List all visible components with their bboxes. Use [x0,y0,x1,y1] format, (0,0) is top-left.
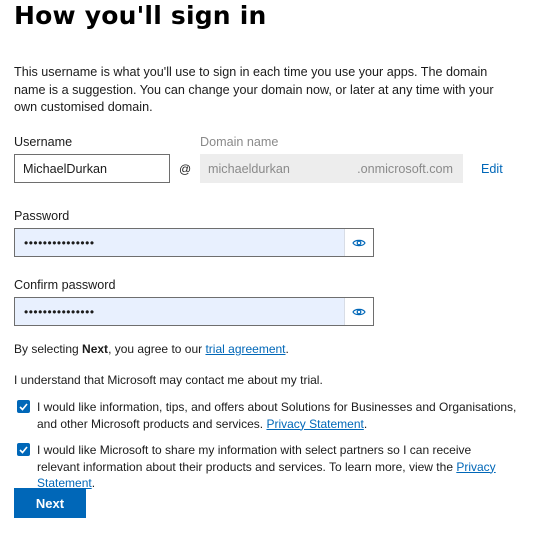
partner-consent-text: I would like Microsoft to share my infor… [37,442,517,492]
partner-consent-row: I would like Microsoft to share my infor… [17,442,517,492]
password-input[interactable]: ••••••••••••••• [14,228,374,257]
confirm-password-value: ••••••••••••••• [24,304,95,319]
page-description: This username is what you'll use to sign… [14,65,494,114]
contact-notice: I understand that Microsoft may contact … [14,373,323,387]
agreement-suffix: . [285,342,289,356]
marketing-consent-row: I would like information, tips, and offe… [17,399,517,432]
at-symbol: @ [179,162,192,176]
agreement-middle: , you agree to our [108,342,206,356]
domain-suffix: .onmicrosoft.com [357,161,453,176]
username-label: Username [14,135,73,149]
next-button[interactable]: Next [14,488,86,518]
marketing-consent-checkbox[interactable] [17,400,30,413]
username-input[interactable]: MichaelDurkan [14,154,170,183]
eye-icon [352,239,366,246]
password-label: Password [14,209,70,223]
confirm-password-label: Confirm password [14,278,116,292]
partner-consent-label: I would like Microsoft to share my infor… [37,443,472,474]
trial-agreement-link[interactable]: trial agreement [205,342,285,356]
domain-input: michaeldurkan .onmicrosoft.com [200,154,463,183]
confirm-password-reveal-button[interactable] [344,298,373,325]
confirm-password-input[interactable]: ••••••••••••••• [14,297,374,326]
password-value: ••••••••••••••• [24,235,95,250]
domain-label: Domain name [200,135,279,149]
marketing-consent-text: I would like information, tips, and offe… [37,399,517,432]
page-title: How you'll sign in [14,1,267,30]
checkmark-icon [19,402,28,411]
agreement-bold: Next [82,342,109,356]
partner-consent-suffix: . [91,476,96,490]
agreement-text: By selecting Next, you agree to our tria… [14,341,289,358]
domain-value: michaeldurkan [208,161,290,176]
checkmark-icon [19,445,28,454]
privacy-statement-link[interactable]: Privacy Statement [266,417,363,431]
partner-consent-checkbox[interactable] [17,443,30,456]
username-value: MichaelDurkan [23,161,107,176]
eye-icon [352,308,366,315]
marketing-consent-suffix: . [363,416,368,431]
domain-edit-link[interactable]: Edit [481,162,503,176]
password-reveal-button[interactable] [344,229,373,256]
agreement-prefix: By selecting [14,342,83,356]
